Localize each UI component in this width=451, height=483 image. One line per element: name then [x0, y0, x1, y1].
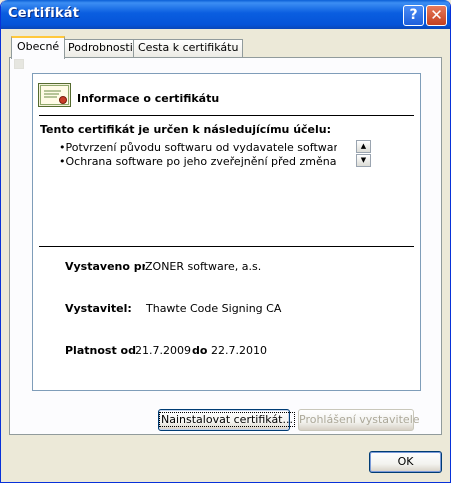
- certificate-info-heading: Informace o certifikátu: [77, 92, 220, 105]
- window-title: Certifikát: [8, 6, 80, 21]
- help-icon: ?: [409, 7, 418, 23]
- issuer-statement-button[interactable]: Prohlášení vystavitele: [298, 409, 420, 431]
- scroll-down-icon[interactable]: ▼: [356, 154, 371, 167]
- validity-label: Platnost od: [65, 344, 136, 357]
- purpose-scroll[interactable]: ▲ ▼: [356, 140, 371, 167]
- issued-to-label: Vystaveno pro:: [65, 260, 145, 273]
- help-button[interactable]: ?: [403, 5, 424, 26]
- tab-general[interactable]: Obecné: [11, 36, 66, 59]
- issued-to-value: ZONER software, a.s.: [145, 260, 262, 273]
- certificate-icon: [38, 83, 71, 107]
- install-certificate-label: Nainstalovat certifikát...: [159, 412, 295, 427]
- close-button[interactable]: ✕: [426, 5, 447, 26]
- scroll-up-icon[interactable]: ▲: [356, 140, 371, 153]
- purpose-list[interactable]: •Potvrzení původu softwaru od vydavatele…: [59, 141, 337, 168]
- focus-marker: [14, 59, 24, 69]
- divider: [39, 246, 414, 247]
- valid-to-label: do: [192, 344, 208, 357]
- issuer-label: Vystavitel:: [65, 302, 132, 315]
- list-item: •Ochrana software po jeho zveřejnění pře…: [59, 155, 337, 168]
- valid-to-value: 22.7.2010: [211, 344, 267, 357]
- tab-certification-path[interactable]: Cesta k certifikátu: [133, 39, 244, 57]
- ok-button[interactable]: OK: [369, 451, 442, 473]
- install-certificate-button[interactable]: Nainstalovat certifikát...: [158, 409, 295, 431]
- certificate-dialog: Certifikát ? ✕ Obecné Podrobnosti Cesta …: [0, 0, 451, 483]
- list-item: •Potvrzení původu softwaru od vydavatele…: [59, 141, 337, 154]
- valid-from-value: 21.7.2009: [135, 344, 191, 357]
- divider: [39, 115, 414, 116]
- close-icon: ✕: [430, 6, 443, 24]
- title-bar[interactable]: Certifikát ? ✕: [1, 0, 450, 29]
- issuer-value: Thawte Code Signing CA: [146, 302, 282, 315]
- purpose-heading: Tento certifikát je určen k následujícím…: [40, 123, 332, 136]
- tab-details[interactable]: Podrobnosti: [63, 39, 138, 57]
